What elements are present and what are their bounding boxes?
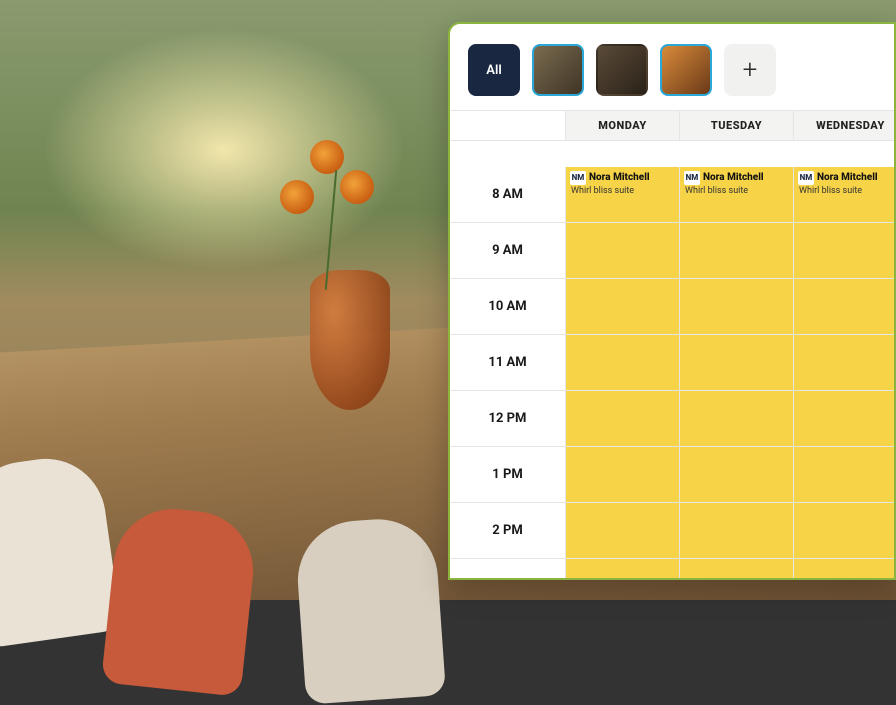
- flower-vase: [310, 270, 390, 410]
- calendar-slot[interactable]: [794, 391, 896, 447]
- calendar-slot[interactable]: [566, 391, 680, 447]
- calendar-slot[interactable]: [566, 223, 680, 279]
- calendar-slot[interactable]: [680, 335, 794, 391]
- calendar-slot[interactable]: [794, 447, 896, 503]
- calendar-slot[interactable]: NMNora Mitchell Whirl bliss suite: [794, 167, 896, 223]
- avatar: NM: [570, 171, 586, 185]
- calendar-slot[interactable]: [680, 503, 794, 559]
- avatar: NM: [684, 171, 700, 185]
- tab-thumb-interior[interactable]: [596, 44, 648, 96]
- calendar-slot[interactable]: [794, 335, 896, 391]
- calendar-slot[interactable]: [566, 503, 680, 559]
- calendar-slot[interactable]: [566, 335, 680, 391]
- booking-event[interactable]: NMNora Mitchell Whirl bliss suite: [794, 167, 896, 197]
- calendar-slot[interactable]: [566, 447, 680, 503]
- booking-event[interactable]: NMNora Mitchell Whirl bliss suite: [566, 167, 679, 197]
- time-label: 10 AM: [450, 279, 566, 335]
- calendar-panel: All + MONDAY TUESDAY WEDNESDAY 8 AM NMNo…: [448, 22, 896, 580]
- calendar-slot[interactable]: [794, 559, 896, 580]
- time-label: 1 PM: [450, 447, 566, 503]
- calendar-corner: [450, 111, 566, 141]
- calendar-slot[interactable]: [566, 279, 680, 335]
- calendar-slot[interactable]: [680, 559, 794, 580]
- tab-thumb-pool[interactable]: [532, 44, 584, 96]
- calendar-slot[interactable]: [566, 559, 680, 580]
- time-label: 8 AM: [450, 167, 566, 223]
- plus-icon: +: [743, 55, 758, 85]
- calendar-slot[interactable]: [794, 503, 896, 559]
- day-header-monday: MONDAY: [566, 111, 680, 141]
- calendar-slot[interactable]: NMNora Mitchell Whirl bliss suite: [566, 167, 680, 223]
- room-name: Whirl bliss suite: [571, 186, 675, 197]
- booking-event[interactable]: NMNora Mitchell Whirl bliss suite: [680, 167, 793, 197]
- day-header-tuesday: TUESDAY: [680, 111, 794, 141]
- calendar-slot[interactable]: [680, 447, 794, 503]
- room-name: Whirl bliss suite: [799, 186, 896, 197]
- calendar-grid: MONDAY TUESDAY WEDNESDAY 8 AM NMNora Mit…: [450, 110, 894, 580]
- property-tabs: All +: [450, 24, 894, 110]
- time-label: 11 AM: [450, 335, 566, 391]
- time-label: 9 AM: [450, 223, 566, 279]
- calendar-slot[interactable]: [680, 391, 794, 447]
- calendar-slot[interactable]: [794, 279, 896, 335]
- time-label: 2 PM: [450, 503, 566, 559]
- tab-thumb-fireplace[interactable]: [660, 44, 712, 96]
- calendar-slot[interactable]: [794, 223, 896, 279]
- time-label: 12 PM: [450, 391, 566, 447]
- calendar-slot[interactable]: [680, 223, 794, 279]
- add-property-button[interactable]: +: [724, 44, 776, 96]
- guest-name: Nora Mitchell: [817, 172, 878, 183]
- calendar-slot[interactable]: NMNora Mitchell Whirl bliss suite: [680, 167, 794, 223]
- day-header-wednesday: WEDNESDAY: [794, 111, 896, 141]
- avatar: NM: [798, 171, 814, 185]
- chair: [101, 503, 259, 697]
- calendar-slot[interactable]: [680, 279, 794, 335]
- time-label: 3 PM: [450, 559, 566, 580]
- room-name: Whirl bliss suite: [685, 186, 789, 197]
- tab-all[interactable]: All: [468, 44, 520, 96]
- guest-name: Nora Mitchell: [703, 172, 764, 183]
- chair: [294, 515, 446, 704]
- guest-name: Nora Mitchell: [589, 172, 650, 183]
